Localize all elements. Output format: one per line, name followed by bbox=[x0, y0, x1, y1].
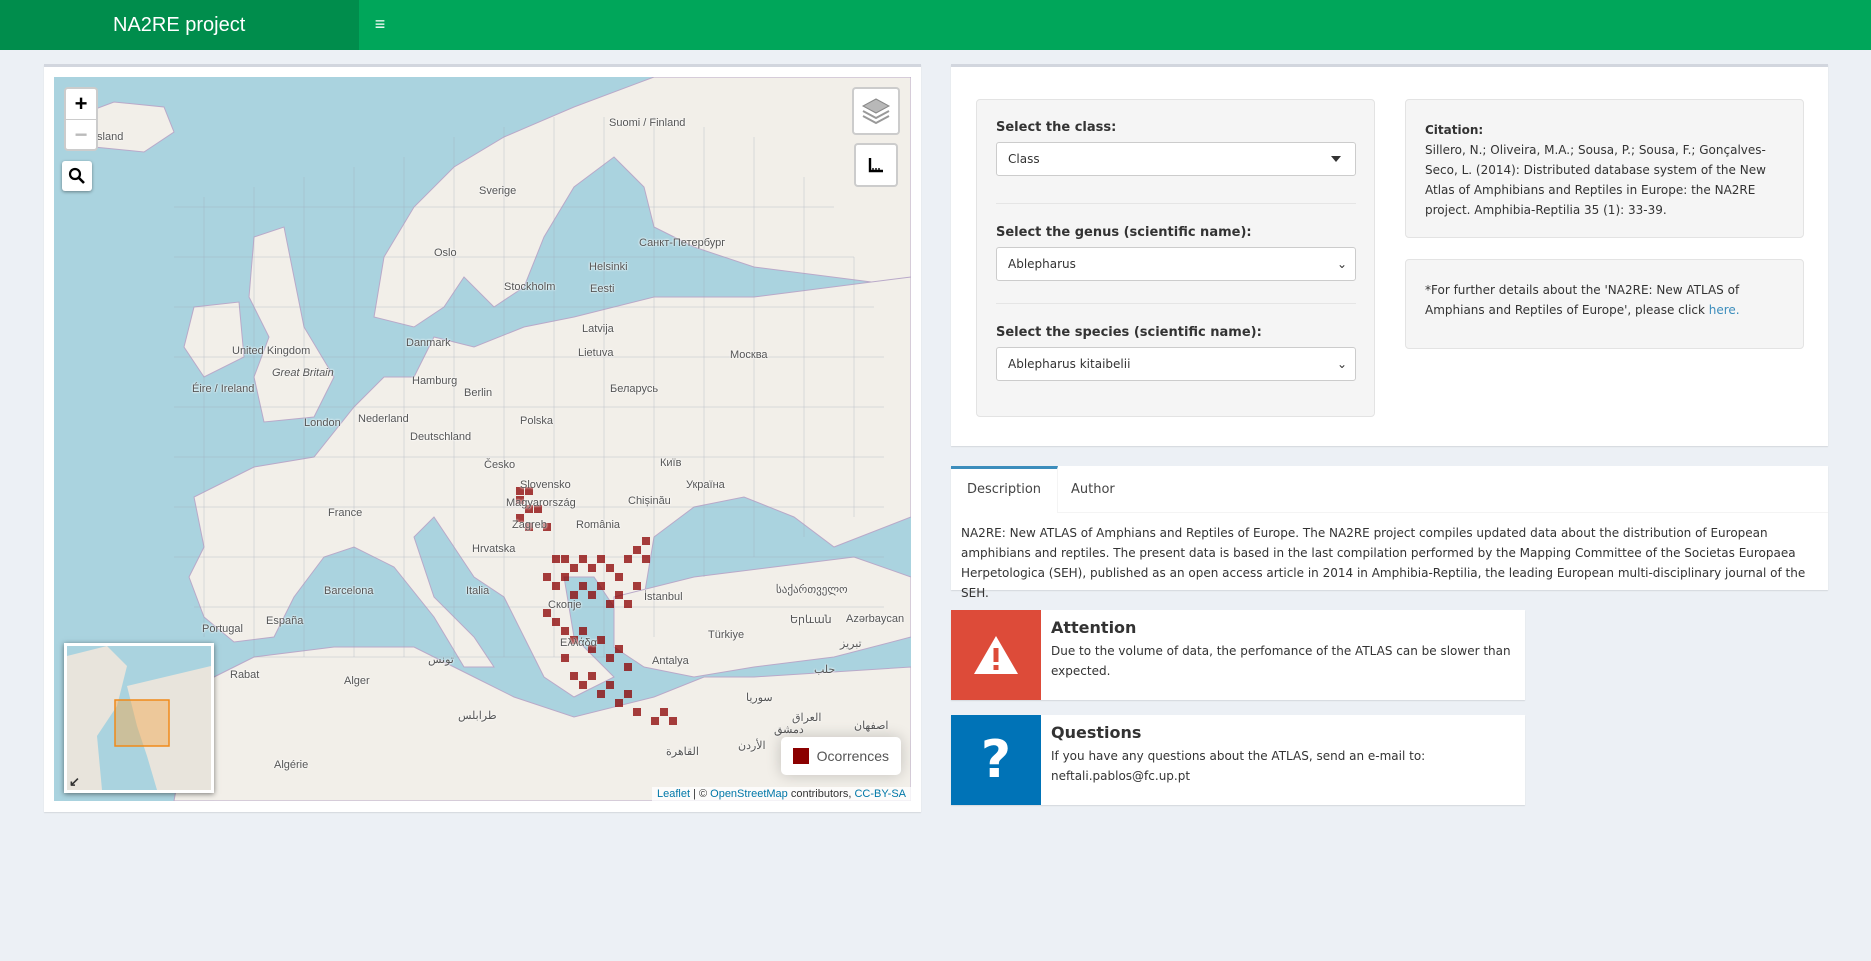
map-panel: Ísland Suomi / Finland Sverige Oslo Stoc… bbox=[44, 64, 921, 812]
top-navbar: NA2RE project ≡ bbox=[0, 0, 1871, 50]
tab-description[interactable]: Description bbox=[951, 466, 1059, 513]
genus-select[interactable]: Ablepharus ⌄ bbox=[996, 247, 1356, 281]
attribution-contrib: contributors, bbox=[787, 788, 855, 800]
attention-box: Attention Due to the volume of data, the… bbox=[951, 610, 1525, 700]
zoom-in-button[interactable]: + bbox=[66, 89, 96, 119]
minimap[interactable]: ↙ bbox=[64, 643, 214, 793]
attention-icon-box bbox=[951, 610, 1041, 700]
map-search-button[interactable] bbox=[62, 161, 92, 191]
species-select-value: Ablepharus kitaibelii bbox=[1008, 357, 1131, 371]
tab-author[interactable]: Author bbox=[1055, 466, 1131, 513]
measure-control-button[interactable] bbox=[854, 143, 898, 187]
genus-form-group: Select the genus (scientific name): Able… bbox=[996, 225, 1356, 281]
species-form-group: Select the species (scientific name): Ab… bbox=[996, 325, 1356, 381]
legend-label: Ocorrences bbox=[816, 748, 889, 764]
class-select[interactable]: Class bbox=[996, 142, 1356, 176]
sidebar-toggle-button[interactable]: ≡ bbox=[359, 0, 401, 50]
map-attribution: Leaflet | © OpenStreetMap contributors, … bbox=[651, 787, 911, 801]
filter-form: Select the class: Class Select the genus… bbox=[976, 99, 1375, 417]
species-label: Select the species (scientific name): bbox=[996, 325, 1262, 340]
citation-well: Citation: Sillero, N.; Oliveira, M.A.; S… bbox=[1405, 99, 1804, 238]
tab-bar: Description Author bbox=[951, 466, 1828, 513]
divider bbox=[996, 203, 1356, 204]
search-icon bbox=[68, 167, 85, 184]
layers-control-button[interactable] bbox=[852, 87, 900, 135]
citation-label: Citation: bbox=[1425, 123, 1484, 137]
zoom-control: + − bbox=[64, 87, 98, 151]
attention-content: Attention Due to the volume of data, the… bbox=[1051, 618, 1511, 681]
map-legend: Ocorrences bbox=[780, 737, 901, 775]
layers-icon bbox=[861, 98, 891, 125]
license-link[interactable]: CC-BY-SA bbox=[854, 788, 906, 800]
species-select[interactable]: Ablepharus kitaibelii ⌄ bbox=[996, 347, 1356, 381]
questions-content: Questions If you have any questions abou… bbox=[1051, 723, 1511, 786]
more-info-well: *For further details about the 'NA2RE: N… bbox=[1405, 259, 1804, 349]
leaflet-map[interactable]: Ísland Suomi / Finland Sverige Oslo Stoc… bbox=[54, 77, 911, 801]
more-info-text: *For further details about the 'NA2RE: N… bbox=[1425, 283, 1740, 317]
legend-swatch bbox=[792, 748, 809, 764]
tab-description-content: NA2RE: New ATLAS of Amphians and Reptile… bbox=[961, 526, 1806, 600]
genus-label: Select the genus (scientific name): bbox=[996, 225, 1252, 240]
warning-icon bbox=[974, 636, 1018, 674]
zoom-out-button[interactable]: − bbox=[66, 119, 96, 149]
selection-panel: Select the class: Class Select the genus… bbox=[951, 64, 1828, 446]
questions-text: If you have any questions about the ATLA… bbox=[1051, 749, 1426, 783]
divider bbox=[996, 303, 1356, 304]
class-form-group: Select the class: Class bbox=[996, 120, 1356, 176]
questions-icon-box: ? bbox=[951, 715, 1041, 805]
brand-title[interactable]: NA2RE project bbox=[0, 0, 359, 50]
attention-text: Due to the volume of data, the perfomanc… bbox=[1051, 644, 1511, 678]
minimap-view bbox=[67, 646, 211, 790]
attribution-sep: | © bbox=[690, 788, 711, 800]
questions-title: Questions bbox=[1051, 723, 1142, 742]
caret-down-icon bbox=[1331, 156, 1341, 162]
info-tabs: Description Author NA2RE: New ATLAS of A… bbox=[951, 466, 1828, 600]
question-icon: ? bbox=[980, 730, 1012, 790]
more-info-link[interactable]: here. bbox=[1709, 303, 1740, 317]
ruler-icon bbox=[868, 158, 883, 173]
osm-link[interactable]: OpenStreetMap bbox=[710, 788, 788, 800]
hamburger-icon: ≡ bbox=[374, 14, 386, 34]
class-label: Select the class: bbox=[996, 120, 1117, 135]
attention-title: Attention bbox=[1051, 618, 1137, 637]
questions-box: ? Questions If you have any questions ab… bbox=[951, 715, 1525, 805]
chevron-down-icon: ⌄ bbox=[1336, 357, 1347, 371]
leaflet-link[interactable]: Leaflet bbox=[657, 788, 690, 800]
genus-select-value: Ablepharus bbox=[1008, 257, 1076, 271]
minimap-toggle-icon[interactable]: ↙ bbox=[69, 774, 80, 790]
chevron-down-icon: ⌄ bbox=[1336, 257, 1347, 271]
class-select-value: Class bbox=[1008, 152, 1040, 166]
citation-text: Sillero, N.; Oliveira, M.A.; Sousa, P.; … bbox=[1425, 143, 1766, 217]
